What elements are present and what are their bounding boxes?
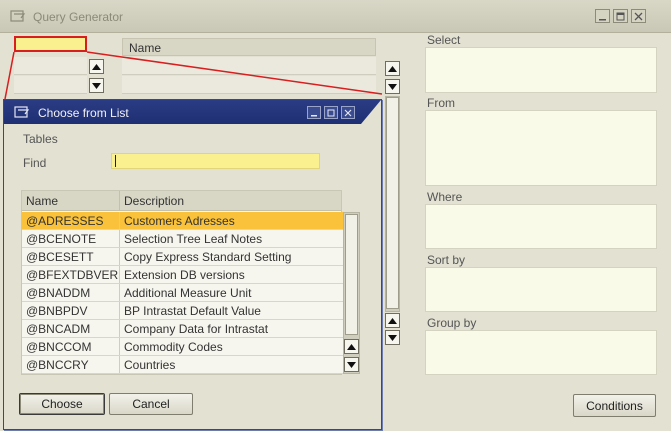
list-item-description: Copy Express Standard Setting bbox=[124, 250, 292, 264]
list-item-name: @ADRESSES bbox=[22, 212, 120, 229]
choose-button-label: Choose bbox=[41, 397, 83, 411]
list-item[interactable]: @BFEXTDBVERSI Extension DB versions bbox=[22, 266, 343, 284]
conditions-button[interactable]: Conditions bbox=[573, 394, 656, 417]
text-cursor bbox=[115, 155, 116, 167]
group-by-textbox[interactable] bbox=[425, 330, 657, 375]
list-item[interactable]: @BNADDM Additional Measure Unit bbox=[22, 284, 343, 302]
dialog-minimize-button[interactable] bbox=[307, 106, 321, 119]
list-item[interactable]: @BNCCRY Countries bbox=[22, 356, 343, 374]
list-rows: @ADRESSES Customers Adresses @BCENOTE Selec… bbox=[22, 212, 343, 374]
cancel-button[interactable]: Cancel bbox=[109, 393, 193, 415]
cancel-button-label: Cancel bbox=[132, 397, 170, 411]
list-item-description: BP Intrastat Default Value bbox=[124, 304, 261, 318]
sort-by-label: Sort by bbox=[427, 253, 466, 267]
arrow-up-icon bbox=[347, 343, 356, 350]
from-label: From bbox=[427, 96, 455, 110]
list-item[interactable]: @BNCADM Company Data for Intrastat bbox=[22, 320, 343, 338]
list-item[interactable]: @ADRESSES Customers Adresses bbox=[22, 212, 343, 230]
maximize-icon bbox=[327, 109, 335, 116]
choose-from-list-dialog: Choose from List Tables Find Name Descri… bbox=[3, 99, 382, 430]
list-item[interactable]: @BNCCOM Commodity Codes bbox=[22, 338, 343, 356]
find-label: Find bbox=[23, 156, 47, 170]
dialog-close-button[interactable] bbox=[341, 106, 355, 119]
tables-list: Name Description @ADRESSES Customers Adre… bbox=[21, 190, 343, 375]
list-scrollbar-thumb[interactable] bbox=[345, 214, 358, 335]
list-item[interactable]: @BNBPDV BP Intrastat Default Value bbox=[22, 302, 343, 320]
list-header: Name Description bbox=[22, 191, 341, 211]
list-item-description: Extension DB versions bbox=[124, 268, 245, 282]
dialog-maximize-button[interactable] bbox=[324, 106, 338, 119]
where-textbox[interactable] bbox=[425, 204, 657, 249]
minimize-icon bbox=[311, 114, 317, 116]
dialog-titlebar: Choose from List bbox=[4, 100, 381, 124]
list-item-description: Additional Measure Unit bbox=[124, 286, 252, 300]
where-label: Where bbox=[427, 190, 463, 204]
list-item-name: @BNBPDV bbox=[22, 302, 120, 319]
choose-button[interactable]: Choose bbox=[19, 393, 105, 415]
list-item-name: @BNCCOM bbox=[22, 338, 120, 355]
find-input[interactable] bbox=[111, 153, 320, 169]
column-header-name[interactable]: Name bbox=[22, 191, 120, 210]
column-header-description[interactable]: Description bbox=[120, 191, 341, 210]
sort-by-textbox[interactable] bbox=[425, 267, 657, 312]
list-scroll-down-button[interactable] bbox=[344, 357, 359, 372]
list-item-name: @BNCADM bbox=[22, 320, 120, 337]
list-item-description: Customers Adresses bbox=[124, 214, 235, 228]
list-item-name: @BFEXTDBVERSI bbox=[22, 266, 120, 283]
list-item-name: @BCESETT bbox=[22, 248, 120, 265]
list-item[interactable]: @BCESETT Copy Express Standard Setting bbox=[22, 248, 343, 266]
select-label: Select bbox=[427, 33, 461, 47]
close-icon bbox=[344, 109, 352, 116]
from-textbox[interactable] bbox=[425, 110, 657, 186]
list-item-description: Selection Tree Leaf Notes bbox=[124, 232, 263, 246]
dialog-window-icon bbox=[14, 105, 30, 122]
arrow-down-icon bbox=[347, 361, 356, 368]
select-textbox[interactable] bbox=[425, 47, 657, 93]
tables-label: Tables bbox=[23, 132, 58, 146]
list-item-description: Company Data for Intrastat bbox=[124, 322, 269, 336]
list-item-description: Countries bbox=[124, 358, 176, 372]
group-by-label: Group by bbox=[427, 316, 477, 330]
dialog-title-corner bbox=[361, 100, 381, 124]
list-item-name: @BCENOTE bbox=[22, 230, 120, 247]
dialog-title: Choose from List bbox=[38, 106, 129, 120]
list-item-description: Commodity Codes bbox=[124, 340, 223, 354]
list-item-name: @BNADDM bbox=[22, 284, 120, 301]
list-item[interactable]: @BCENOTE Selection Tree Leaf Notes bbox=[22, 230, 343, 248]
list-scroll-up-button[interactable] bbox=[344, 339, 359, 354]
conditions-button-label: Conditions bbox=[586, 398, 643, 413]
list-item-name: @BNCCRY bbox=[22, 356, 120, 373]
